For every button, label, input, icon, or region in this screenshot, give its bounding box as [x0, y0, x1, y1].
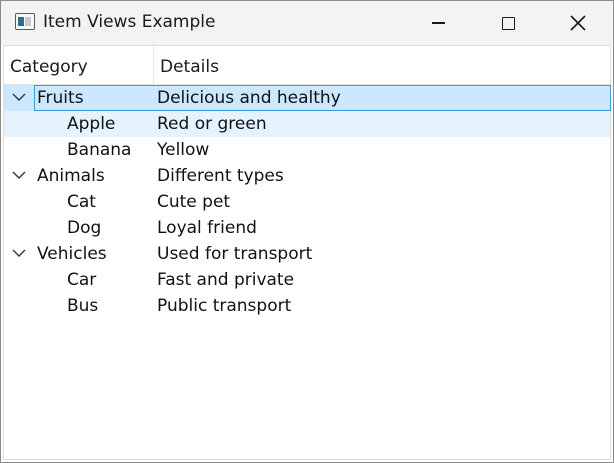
category-cell: Bus	[67, 296, 99, 316]
details-cell: Delicious and healthy	[157, 88, 341, 108]
category-cell: Apple	[67, 114, 116, 134]
tree-view[interactable]: Category Details Fruits Delicious and hea…	[3, 45, 611, 460]
app-window: Item Views Example Category Details Frui…	[0, 0, 614, 463]
tree-row[interactable]: Animals Different types	[4, 163, 610, 189]
category-cell: Fruits	[37, 88, 84, 108]
title-bar[interactable]: Item Views Example	[1, 1, 613, 45]
tree-row[interactable]: Car Fast and private	[4, 267, 610, 293]
category-cell: Banana	[67, 140, 132, 160]
maximize-icon	[501, 16, 515, 30]
chevron-down-icon[interactable]	[11, 245, 27, 261]
column-header-category[interactable]: Category	[10, 46, 88, 84]
column-divider[interactable]	[153, 46, 154, 84]
category-cell: Car	[67, 270, 97, 290]
details-cell: Red or green	[157, 114, 267, 134]
window-app-icon	[15, 13, 35, 30]
category-cell: Animals	[37, 166, 105, 186]
column-header-details[interactable]: Details	[160, 46, 219, 84]
details-cell: Different types	[157, 166, 284, 186]
close-icon	[570, 15, 586, 31]
tree-row[interactable]: Banana Yellow	[4, 137, 610, 163]
minimize-button[interactable]	[403, 1, 473, 45]
tree-row[interactable]: Fruits Delicious and healthy	[4, 85, 611, 111]
minimize-icon	[431, 22, 445, 24]
details-cell: Loyal friend	[157, 218, 257, 238]
tree-row[interactable]: Bus Public transport	[4, 293, 610, 319]
details-cell: Yellow	[157, 140, 210, 160]
details-cell: Public transport	[157, 296, 292, 316]
close-button[interactable]	[543, 1, 613, 45]
category-cell: Cat	[67, 192, 96, 212]
tree-header: Category Details	[4, 46, 610, 85]
chevron-down-icon[interactable]	[11, 89, 27, 105]
details-cell: Used for transport	[157, 244, 313, 264]
maximize-button[interactable]	[473, 1, 543, 45]
tree-row[interactable]: Dog Loyal friend	[4, 215, 610, 241]
category-cell: Vehicles	[37, 244, 107, 264]
tree-row[interactable]: Vehicles Used for transport	[4, 241, 610, 267]
tree-row[interactable]: Cat Cute pet	[4, 189, 610, 215]
window-title: Item Views Example	[43, 12, 216, 32]
category-cell: Dog	[67, 218, 102, 238]
details-cell: Fast and private	[157, 270, 295, 290]
tree-row[interactable]: Apple Red or green	[4, 111, 610, 137]
details-cell: Cute pet	[157, 192, 231, 212]
chevron-down-icon[interactable]	[11, 167, 27, 183]
